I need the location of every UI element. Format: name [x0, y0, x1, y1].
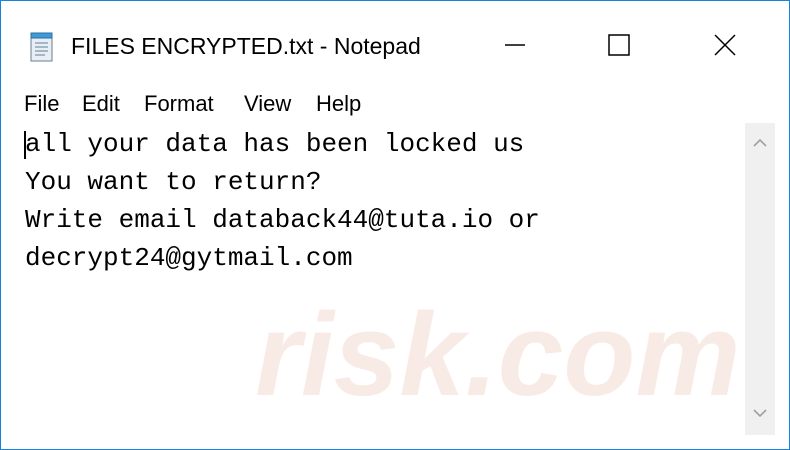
text-editor[interactable]: all your data has been locked us You want…	[15, 123, 745, 435]
scroll-down-button[interactable]	[745, 399, 775, 429]
chevron-down-icon	[753, 405, 767, 423]
minimize-icon	[503, 33, 527, 62]
minimize-button[interactable]	[481, 23, 549, 71]
close-icon	[713, 33, 737, 62]
scroll-up-button[interactable]	[745, 129, 775, 159]
text-line: Write email databack44@tuta.io or	[25, 205, 540, 235]
maximize-button[interactable]	[585, 23, 653, 71]
text-line: You want to return?	[25, 167, 322, 197]
document-text[interactable]: all your data has been locked us You want…	[25, 125, 540, 277]
menu-bar: File Edit Format View Help	[1, 87, 789, 121]
menu-view[interactable]: View	[244, 91, 291, 117]
notepad-icon	[29, 31, 55, 63]
title-bar[interactable]: FILES ENCRYPTED.txt - Notepad	[1, 1, 789, 87]
close-button[interactable]	[691, 23, 759, 71]
vertical-scrollbar[interactable]	[745, 123, 775, 435]
window-frame-right	[775, 123, 789, 435]
text-line: decrypt24@gytmail.com	[25, 243, 353, 273]
text-line: all your data has been locked us	[25, 129, 525, 159]
notepad-window: FILES ENCRYPTED.txt - Notepad File Edit …	[0, 0, 790, 450]
menu-file[interactable]: File	[24, 91, 59, 117]
menu-format[interactable]: Format	[144, 91, 214, 117]
menu-help[interactable]: Help	[316, 91, 361, 117]
maximize-icon	[607, 33, 631, 62]
window-title: FILES ENCRYPTED.txt - Notepad	[71, 33, 421, 59]
window-frame-bottom	[1, 435, 789, 449]
menu-edit[interactable]: Edit	[82, 91, 120, 117]
chevron-up-icon	[753, 135, 767, 153]
